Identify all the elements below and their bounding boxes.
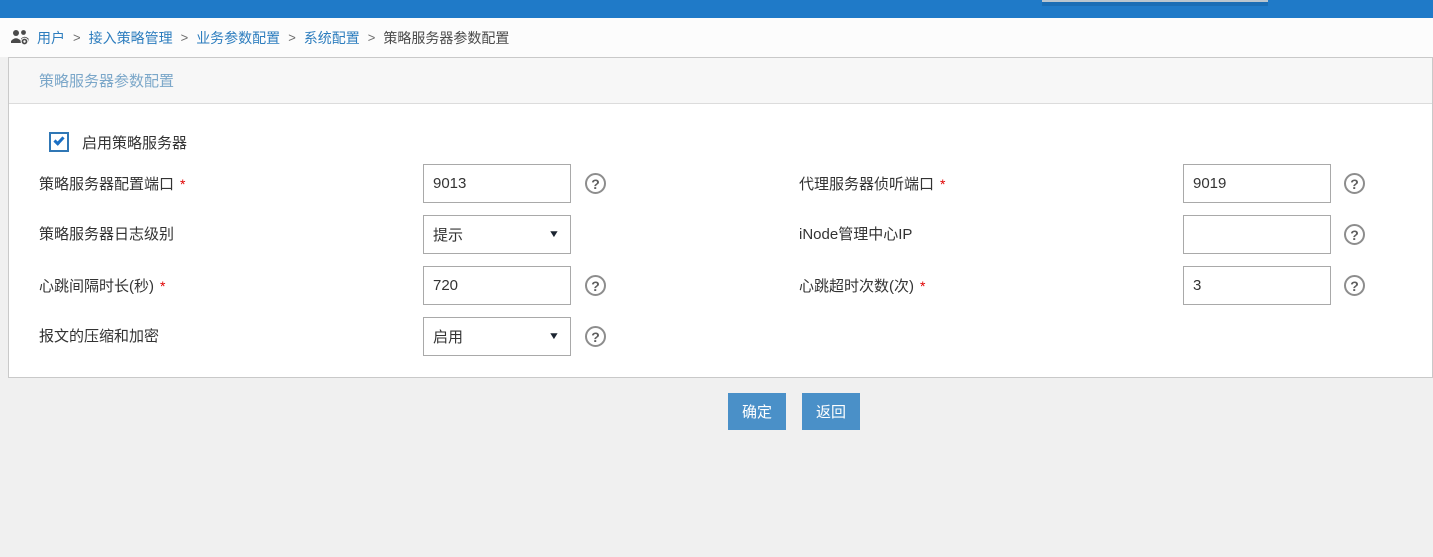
inode-center-ip-input[interactable] [1183,215,1331,254]
config-port-label: 策略服务器配置端口 * [39,164,185,205]
breadcrumb-current-page: 策略服务器参数配置 [383,29,510,46]
enable-policy-server-label: 启用策略服务器 [82,134,188,152]
log-level-selected-value: 提示 [433,227,464,244]
packet-compress-encrypt-select[interactable]: 启用 ▼ [423,317,571,356]
back-button[interactable]: 返回 [802,393,861,430]
policy-server-config-panel: 策略服务器参数配置 启用策略服务器 策略服务器配置端口 * ? 代理服务器侦听端口… [8,57,1433,378]
required-asterisk: * [160,278,166,294]
proxy-listen-port-label-text: 代理服务器侦听端口 [799,176,935,193]
enable-policy-server-row: 启用策略服务器 [49,131,187,153]
help-icon[interactable]: ? [585,173,606,194]
breadcrumb-separator: > [180,30,189,45]
heartbeat-timeout-count-input[interactable] [1183,266,1331,305]
required-asterisk: * [940,176,946,192]
panel-header: 策略服务器参数配置 [9,58,1432,104]
config-port-label-text: 策略服务器配置端口 [39,176,175,193]
top-bar [0,0,1433,18]
panel-body: 启用策略服务器 策略服务器配置端口 * ? 代理服务器侦听端口 * ? 策略服务器日… [9,104,1432,376]
packet-compress-encrypt-label-text: 报文的压缩和加密 [39,328,160,345]
help-icon[interactable]: ? [585,275,606,296]
heartbeat-interval-label-text: 心跳间隔时长(秒) [39,278,154,295]
breadcrumb-separator: > [367,30,376,45]
chevron-down-icon: ▼ [547,229,561,240]
required-asterisk: * [920,278,926,294]
breadcrumb-link-system-config[interactable]: 系统配置 [304,28,360,48]
required-asterisk: * [180,176,186,192]
help-icon[interactable]: ? [1344,275,1365,296]
form-row-4: 报文的压缩和加密 启用 ▼ ? [9,317,1432,357]
log-level-label: 策略服务器日志级别 [39,215,174,255]
enable-policy-server-checkbox[interactable] [49,132,69,152]
help-icon[interactable]: ? [1344,224,1365,245]
page-title: 策略服务器参数配置 [39,73,175,90]
log-level-label-text: 策略服务器日志级别 [39,226,175,243]
log-level-select[interactable]: 提示 ▼ [423,215,571,254]
check-icon [53,134,65,146]
inode-center-ip-label-text: iNode管理中心IP [799,226,913,243]
topbar-overlay-strip [1042,0,1268,6]
breadcrumb-link-users[interactable]: 用户 [37,28,65,48]
breadcrumb: 用户 > 接入策略管理 > 业务参数配置 > 系统配置 > 策略服务器参数配置 [0,18,1433,57]
breadcrumb-link-access-policy[interactable]: 接入策略管理 [89,28,173,48]
help-icon[interactable]: ? [585,326,606,347]
action-button-bar: 确定 返回 [728,393,861,430]
heartbeat-timeout-count-label: 心跳超时次数(次) * [799,266,925,307]
form-row-1: 策略服务器配置端口 * ? 代理服务器侦听端口 * ? [9,164,1432,204]
help-icon[interactable]: ? [1344,173,1365,194]
heartbeat-interval-input[interactable] [423,266,571,305]
chevron-down-icon: ▼ [547,331,561,342]
ok-button[interactable]: 确定 [728,393,787,430]
inode-center-ip-label: iNode管理中心IP [799,215,912,255]
packet-compress-encrypt-label: 报文的压缩和加密 [39,317,159,357]
heartbeat-timeout-count-label-text: 心跳超时次数(次) [799,278,914,295]
breadcrumb-separator: > [73,30,81,45]
proxy-listen-port-input[interactable] [1183,164,1331,203]
heartbeat-interval-label: 心跳间隔时长(秒) * [39,266,165,307]
form-row-3: 心跳间隔时长(秒) * ? 心跳超时次数(次) * ? [9,266,1432,306]
users-gear-icon [10,29,30,46]
breadcrumb-link-service-params[interactable]: 业务参数配置 [196,28,280,48]
proxy-listen-port-label: 代理服务器侦听端口 * [799,164,945,205]
config-port-input[interactable] [423,164,571,203]
breadcrumb-separator: > [288,30,296,45]
form-row-2: 策略服务器日志级别 提示 ▼ iNode管理中心IP ? [9,215,1432,255]
packet-compress-encrypt-selected-value: 启用 [433,329,464,346]
